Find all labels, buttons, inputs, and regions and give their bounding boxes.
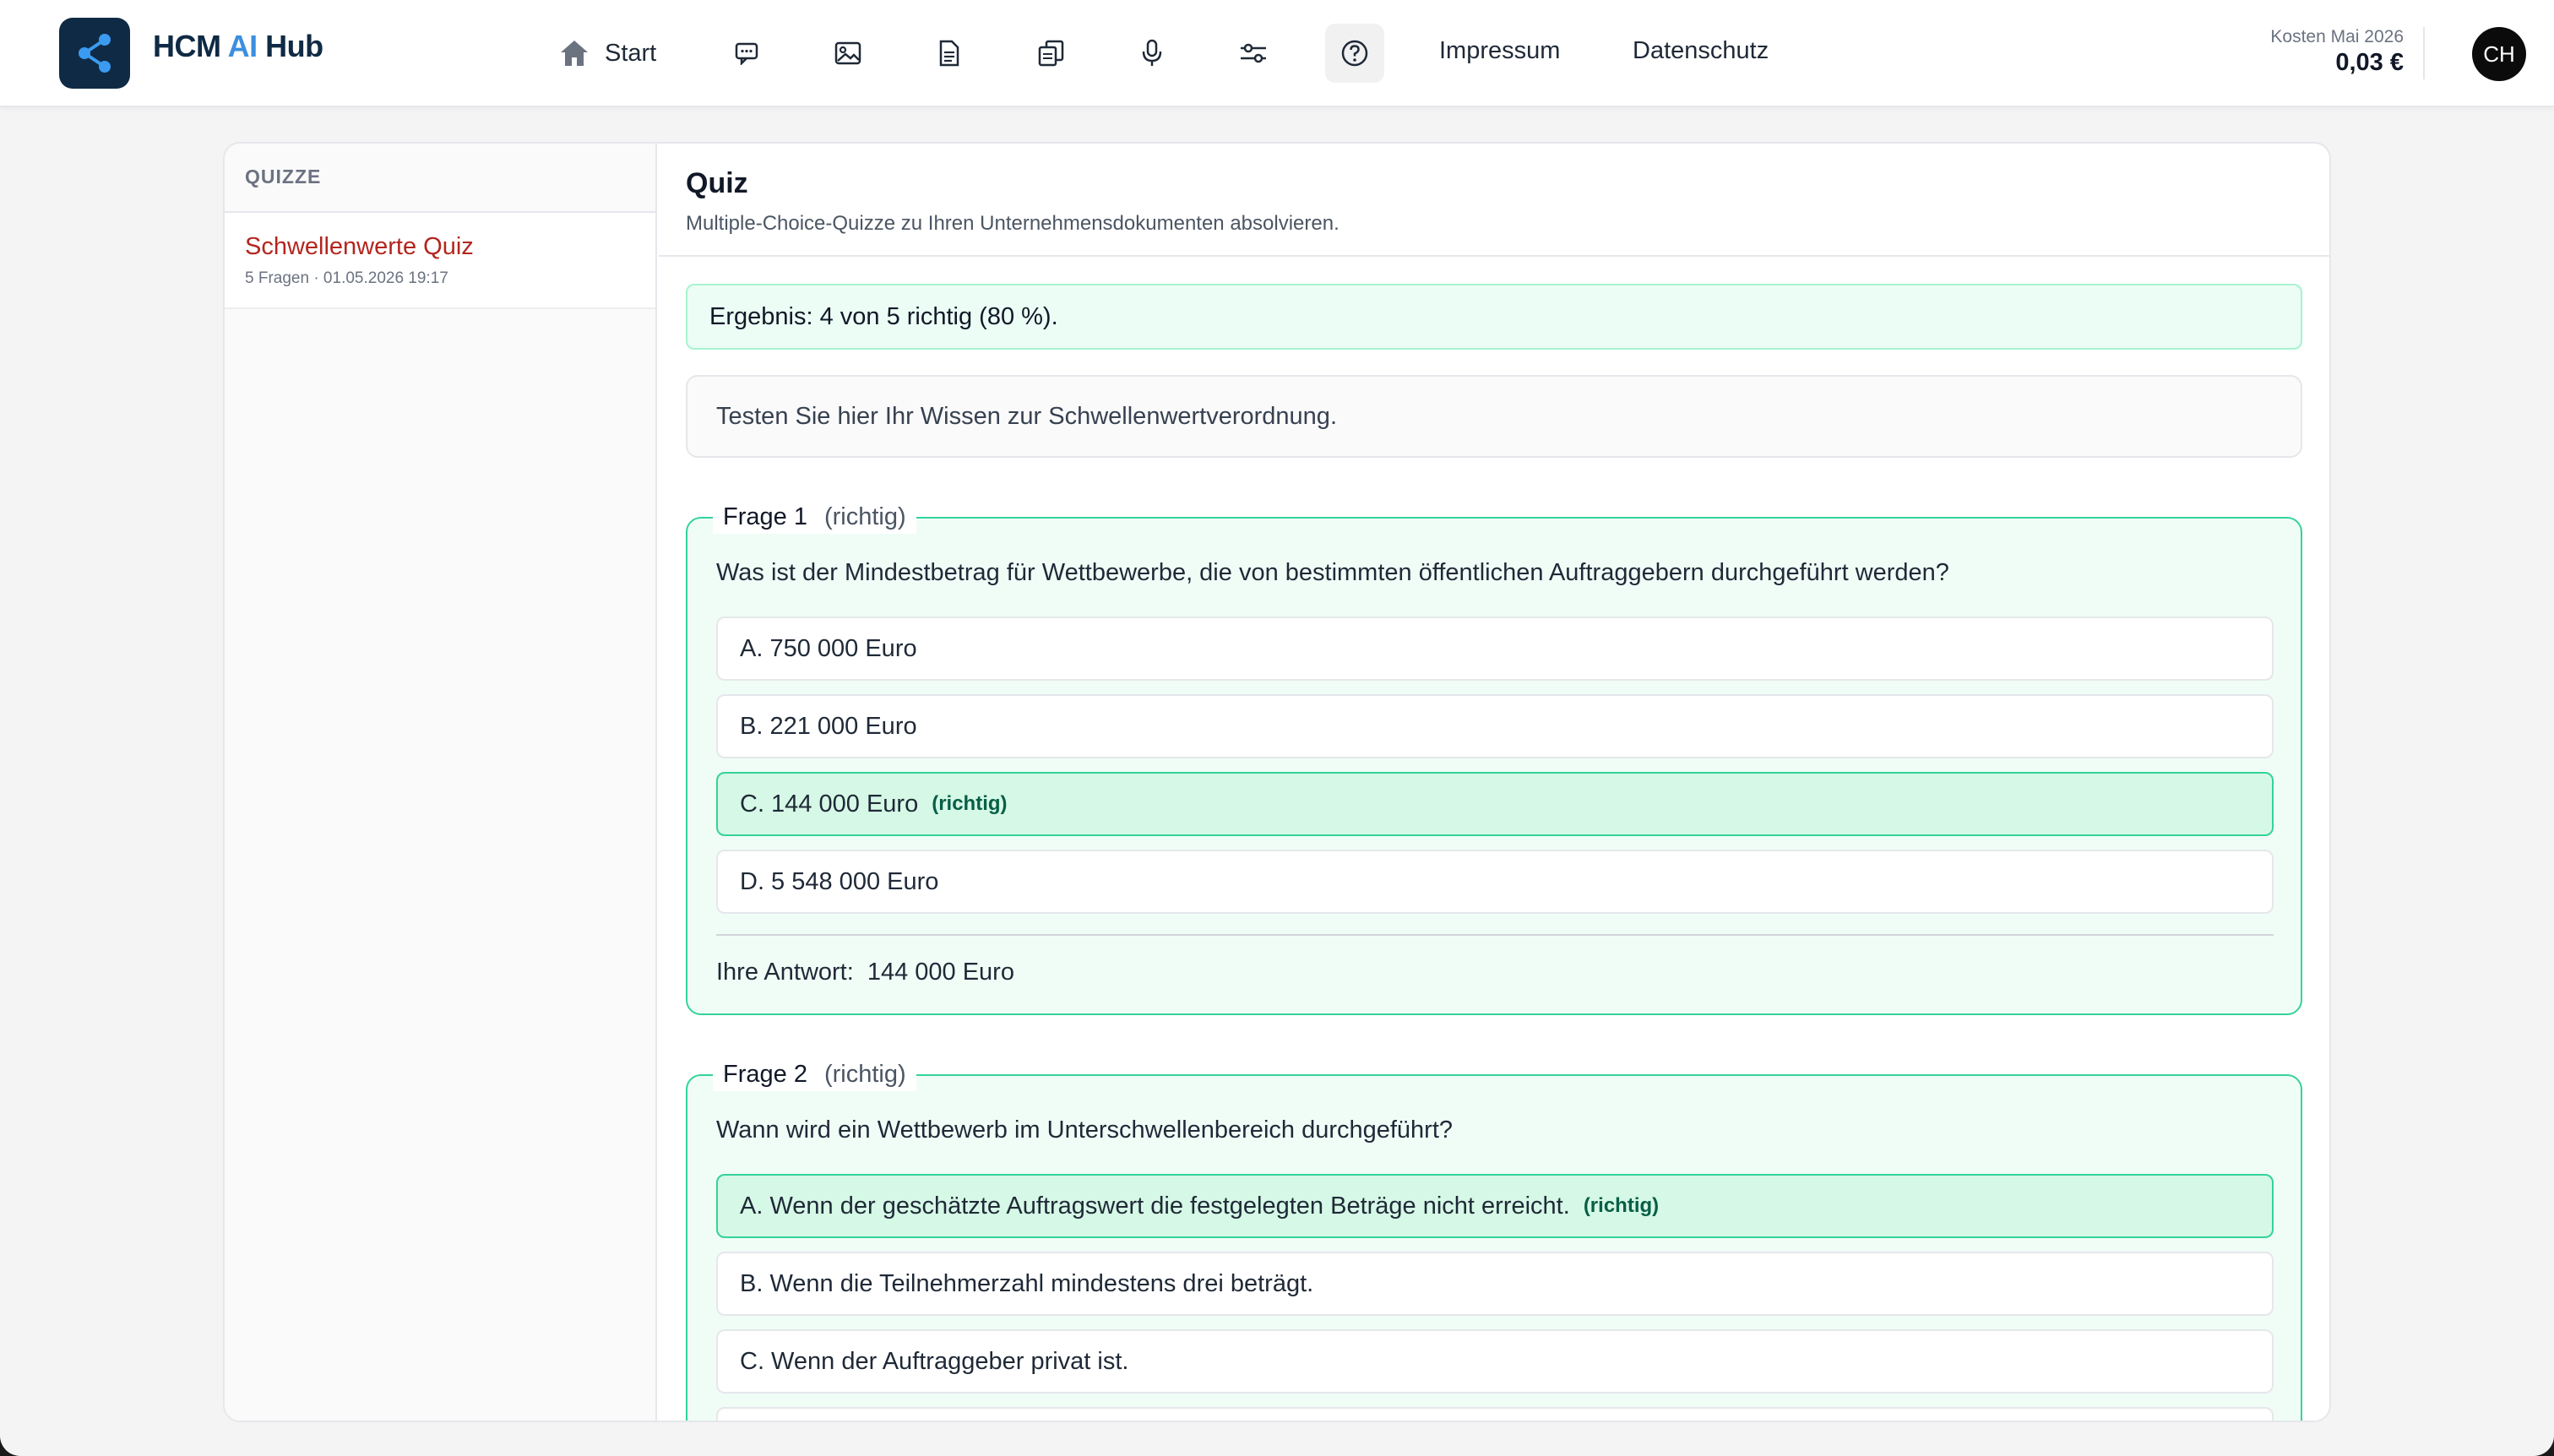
quiz-sidebar: QUIZZE Schwellenwerte Quiz 5 Fragen · 01…	[225, 144, 657, 1421]
quiz-title: Schwellenwerte Quiz	[245, 233, 474, 260]
header-divider	[2423, 27, 2425, 79]
your-answer: Ihre Antwort: 144 000 Euro	[716, 959, 1014, 986]
answer-option[interactable]: C. Wenn der Auftraggeber privat ist.	[716, 1329, 2274, 1394]
answer-value: 144 000 Euro	[867, 959, 1014, 986]
option-text: C. Wenn der Auftraggeber privat ist.	[740, 1347, 1129, 1375]
correct-tag: (richtig)	[932, 792, 1008, 815]
answer-option-correct[interactable]: C. 144 000 Euro (richtig)	[716, 772, 2274, 836]
quiz-content: Quiz Multiple-Choice-Quizze zu Ihren Unt…	[659, 144, 2329, 1421]
question-text: Was ist der Mindestbetrag für Wettbewerb…	[716, 559, 1949, 586]
option-text: A. 750 000 Euro	[740, 634, 917, 662]
chat-icon[interactable]	[717, 24, 776, 83]
brand-suffix: Hub	[257, 29, 323, 63]
question-status: (richtig)	[823, 503, 906, 530]
share-icon	[79, 34, 111, 73]
page-title: Quiz	[686, 167, 748, 199]
option-text: B. Wenn die Teilnehmerzahl mindestens dr…	[740, 1269, 1314, 1297]
cost-value: 0,03 €	[2335, 49, 2404, 76]
question-legend: Frage 2 (richtig)	[713, 1057, 916, 1091]
question-text: Wann wird ein Wettbewerb im Unterschwell…	[716, 1116, 1454, 1144]
app-logo[interactable]	[59, 18, 130, 89]
sliders-icon[interactable]	[1224, 24, 1283, 83]
result-banner: Ergebnis: 4 von 5 richtig (80 %).	[686, 284, 2302, 350]
option-text: B. 221 000 Euro	[740, 712, 917, 740]
question-label: Frage 1	[723, 503, 807, 530]
brand-name[interactable]: HCM AI Hub	[153, 29, 323, 64]
nav-impressum[interactable]: Impressum	[1439, 37, 1560, 65]
cost-label: Kosten Mai 2026	[2270, 27, 2404, 46]
top-header: HCM AI Hub Start Impressum Datenschutz K…	[0, 0, 2554, 107]
avatar[interactable]: CH	[2472, 27, 2526, 81]
question-card: Frage 2 (richtig) Wann wird ein Wettbewer…	[686, 1057, 2302, 1421]
question-label: Frage 2	[723, 1061, 807, 1088]
content-header: Quiz Multiple-Choice-Quizze zu Ihren Unt…	[659, 144, 2329, 257]
brand-ai: AI	[227, 29, 258, 63]
sidebar-heading: QUIZZE	[225, 144, 655, 213]
option-text: D. 5 548 000 Euro	[740, 867, 939, 895]
document-icon[interactable]	[920, 24, 979, 83]
question-card: Frage 1 (richtig) Was ist der Mindestbetr…	[686, 500, 2302, 1015]
nav-datenschutz[interactable]: Datenschutz	[1633, 37, 1769, 65]
answer-option[interactable]	[716, 1407, 2274, 1421]
nav-start[interactable]: Start	[559, 32, 656, 74]
main-panel: QUIZZE Schwellenwerte Quiz 5 Fragen · 01…	[223, 142, 2331, 1422]
brand-prefix: HCM	[153, 29, 228, 63]
answer-option[interactable]: A. 750 000 Euro	[716, 617, 2274, 681]
question-separator	[716, 934, 2274, 936]
answer-option[interactable]: B. Wenn die Teilnehmerzahl mindestens dr…	[716, 1252, 2274, 1316]
cost-summary: Kosten Mai 2026 0,03 €	[2270, 27, 2404, 77]
option-text: C. 144 000 Euro	[740, 790, 919, 818]
quiz-intro: Testen Sie hier Ihr Wissen zur Schwellen…	[686, 375, 2302, 458]
nav-start-label: Start	[605, 39, 657, 67]
app-window: HCM AI Hub Start Impressum Datenschutz K…	[0, 0, 2554, 1456]
page-subtitle: Multiple-Choice-Quizze zu Ihren Unterneh…	[686, 212, 1339, 235]
quiz-meta: 5 Fragen · 01.05.2026 19:17	[245, 269, 448, 287]
answer-option[interactable]: D. 5 548 000 Euro	[716, 850, 2274, 914]
question-status: (richtig)	[823, 1061, 906, 1088]
sidebar-item-quiz[interactable]: Schwellenwerte Quiz 5 Fragen · 01.05.202…	[225, 213, 655, 309]
question-legend: Frage 1 (richtig)	[713, 500, 916, 534]
image-icon[interactable]	[818, 24, 878, 83]
correct-tag: (richtig)	[1583, 1194, 1660, 1217]
answer-label: Ihre Antwort:	[716, 959, 854, 986]
help-icon[interactable]	[1325, 24, 1384, 83]
microphone-icon[interactable]	[1122, 24, 1182, 83]
answer-option[interactable]: B. 221 000 Euro	[716, 694, 2274, 758]
option-text: A. Wenn der geschätzte Auftragswert die …	[740, 1192, 1570, 1220]
answer-option-correct[interactable]: A. Wenn der geschätzte Auftragswert die …	[716, 1174, 2274, 1238]
documents-icon[interactable]	[1021, 24, 1080, 83]
home-icon	[561, 41, 588, 66]
